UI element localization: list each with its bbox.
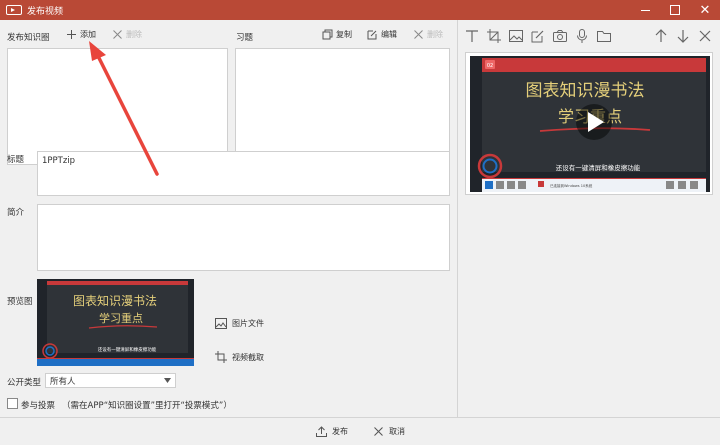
- preview-thumbnail[interactable]: 图表知识漫书法 学习重点 还设有一键清屏和橡皮擦功能: [37, 279, 194, 366]
- publish-button[interactable]: 发布: [316, 426, 348, 437]
- minimize-button[interactable]: [630, 0, 660, 20]
- copy-icon: [322, 29, 333, 40]
- exercise-list[interactable]: [235, 48, 450, 165]
- knowledge-circle-list[interactable]: [7, 48, 228, 165]
- thumb-title-text: 图表知识漫书法: [73, 294, 157, 308]
- publish-label: 发布: [332, 427, 348, 436]
- title-value: 1PPTzip: [42, 156, 76, 166]
- editor-panel: 02 图表知识漫书法 学习重点 还设有一键清屏和橡皮擦功能 已连接到Window…: [457, 20, 720, 417]
- camera-icon: [553, 30, 567, 42]
- delete-exercise-button[interactable]: 删除: [413, 29, 443, 40]
- move-up-button[interactable]: [653, 28, 669, 44]
- text-tool-button[interactable]: [464, 28, 480, 44]
- remove-item-button[interactable]: [697, 28, 713, 44]
- close-x-icon: [374, 427, 383, 436]
- microphone-tool-button[interactable]: [574, 28, 590, 44]
- visibility-select[interactable]: 所有人: [45, 373, 176, 388]
- window-title: 发布视频: [27, 6, 64, 17]
- image-tool-button[interactable]: [508, 28, 524, 44]
- image-icon: [215, 318, 227, 329]
- video-logo-icon: [6, 5, 22, 15]
- video-capture-button[interactable]: 视频截取: [215, 351, 264, 363]
- close-x-icon: [414, 30, 423, 39]
- vote-checkbox[interactable]: [7, 398, 18, 409]
- vote-hint: （需在APP“知识圈设置”里打开“投票模式”）: [62, 401, 232, 411]
- text-icon: [466, 30, 478, 42]
- exercise-label: 习题: [236, 33, 254, 43]
- microphone-icon: [577, 29, 587, 43]
- close-x-icon: [699, 30, 711, 42]
- video-frame-list[interactable]: 02 图表知识漫书法 学习重点 还设有一键清屏和橡皮擦功能 已连接到Window…: [465, 52, 713, 195]
- crop-icon: [215, 351, 227, 363]
- preview-label: 预览图: [7, 297, 33, 307]
- knowledge-circle-label: 发布知识圈: [7, 33, 50, 43]
- maximize-button[interactable]: [660, 0, 690, 20]
- thumb-subtitle-text: 学习重点: [99, 311, 143, 325]
- delete-knowledge-button[interactable]: 删除: [112, 29, 142, 40]
- visibility-label: 公开类型: [7, 378, 42, 388]
- vote-label: 参与投票: [21, 401, 56, 411]
- cancel-button[interactable]: 取消: [373, 426, 405, 437]
- image-icon: [509, 30, 523, 42]
- intro-textarea[interactable]: [37, 204, 450, 271]
- video-capture-label: 视频截取: [232, 352, 264, 362]
- title-label: 标题: [7, 155, 25, 165]
- camera-tool-button[interactable]: [552, 28, 568, 44]
- pen-tool-button[interactable]: [530, 28, 546, 44]
- add-knowledge-button[interactable]: 添加: [66, 29, 96, 40]
- visibility-value: 所有人: [50, 376, 76, 387]
- close-button[interactable]: ✕: [690, 0, 720, 20]
- crop-icon: [487, 29, 501, 43]
- folder-icon: [597, 31, 611, 42]
- close-x-icon: [113, 30, 122, 39]
- thumb-caption-text: 还设有一键清屏和橡皮擦功能: [98, 346, 157, 353]
- plus-icon: [67, 30, 76, 39]
- crop-tool-button[interactable]: [486, 28, 502, 44]
- edit-icon: [531, 30, 544, 43]
- cancel-label: 取消: [389, 427, 405, 436]
- move-down-button[interactable]: [675, 28, 691, 44]
- video-frame-thumbnail[interactable]: 02 图表知识漫书法 学习重点 还设有一键清屏和橡皮擦功能 已连接到Window…: [470, 56, 710, 192]
- dropdown-arrow-icon: [164, 378, 171, 383]
- title-input[interactable]: 1PPTzip: [37, 151, 450, 196]
- footer-bar: 发布 取消: [0, 417, 720, 445]
- frame-caption-text: 还设有一键清屏和橡皮擦功能: [556, 163, 641, 172]
- form-panel: 发布知识圈 添加 删除 习题 复制 编辑 删除 标题 1PPTzip 简介 预览…: [0, 20, 457, 417]
- add-label: 添加: [80, 30, 96, 39]
- frame-badge-text: 02: [487, 63, 493, 69]
- title-bar: 发布视频 ✕: [0, 0, 720, 20]
- upload-icon: [316, 426, 327, 437]
- edit-label: 编辑: [381, 30, 397, 39]
- copy-exercise-button[interactable]: 复制: [322, 29, 352, 40]
- arrow-down-icon: [677, 30, 689, 43]
- edit-exercise-button[interactable]: 编辑: [367, 29, 397, 40]
- intro-label: 简介: [7, 208, 25, 218]
- arrow-up-icon: [655, 29, 667, 42]
- copy-label: 复制: [336, 30, 352, 39]
- frame-title-text: 图表知识漫书法: [526, 81, 645, 101]
- image-file-label: 图片文件: [232, 319, 264, 328]
- delete-label: 删除: [427, 30, 443, 39]
- edit-icon: [367, 30, 377, 40]
- preview-image: 图表知识漫书法 学习重点 还设有一键清屏和橡皮擦功能: [37, 279, 194, 366]
- image-file-button[interactable]: 图片文件: [215, 318, 264, 329]
- folder-tool-button[interactable]: [596, 28, 612, 44]
- delete-label: 删除: [126, 30, 142, 39]
- frame-footer-text: 已连接到Windows 10系统: [550, 183, 593, 188]
